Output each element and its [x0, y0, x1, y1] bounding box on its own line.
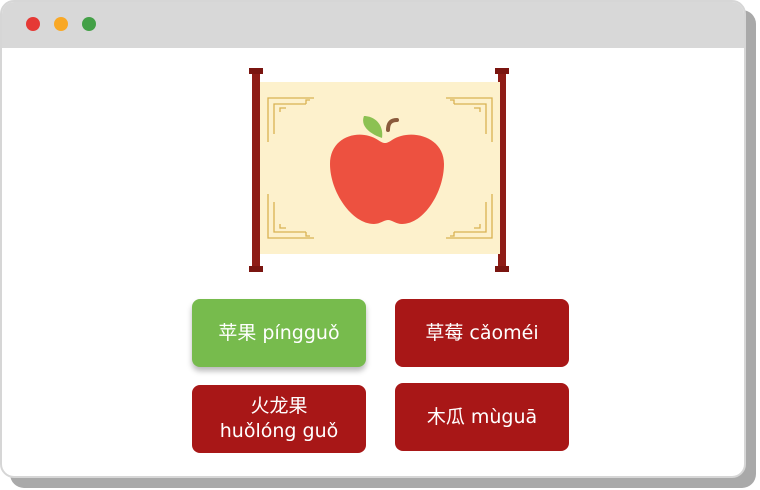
answer-label: 苹果 píngguǒ [218, 321, 340, 344]
answer-label: 木瓜 mùguā [426, 405, 538, 428]
apple-icon [330, 116, 444, 224]
scroll-paper [260, 82, 500, 254]
close-window-button[interactable] [26, 17, 40, 31]
rod-cap [249, 266, 263, 272]
rod-cap [495, 68, 509, 74]
answer-label-line1: 火龙果 [250, 395, 308, 417]
answer-option-huolongguo[interactable]: 火龙果 huǒlóng guǒ [192, 385, 366, 453]
title-bar [2, 2, 744, 48]
answer-option-mugua[interactable]: 木瓜 mùguā [395, 383, 569, 451]
answer-label-line2: huǒlóng guǒ [219, 420, 339, 442]
minimize-window-button[interactable] [54, 17, 68, 31]
answer-option-caomei[interactable]: 草莓 cǎoméi [395, 299, 569, 367]
scroll-rod-left [252, 70, 260, 266]
maximize-window-button[interactable] [82, 17, 96, 31]
answer-label: 草莓 cǎoméi [425, 321, 539, 344]
app-window: 苹果 píngguǒ 草莓 cǎoméi 火龙果 huǒlóng guǒ 木瓜 … [0, 0, 746, 478]
answer-option-pingguo[interactable]: 苹果 píngguǒ [192, 299, 366, 367]
rod-cap [495, 266, 509, 272]
rod-cap [249, 68, 263, 74]
picture-scroll [249, 68, 513, 272]
